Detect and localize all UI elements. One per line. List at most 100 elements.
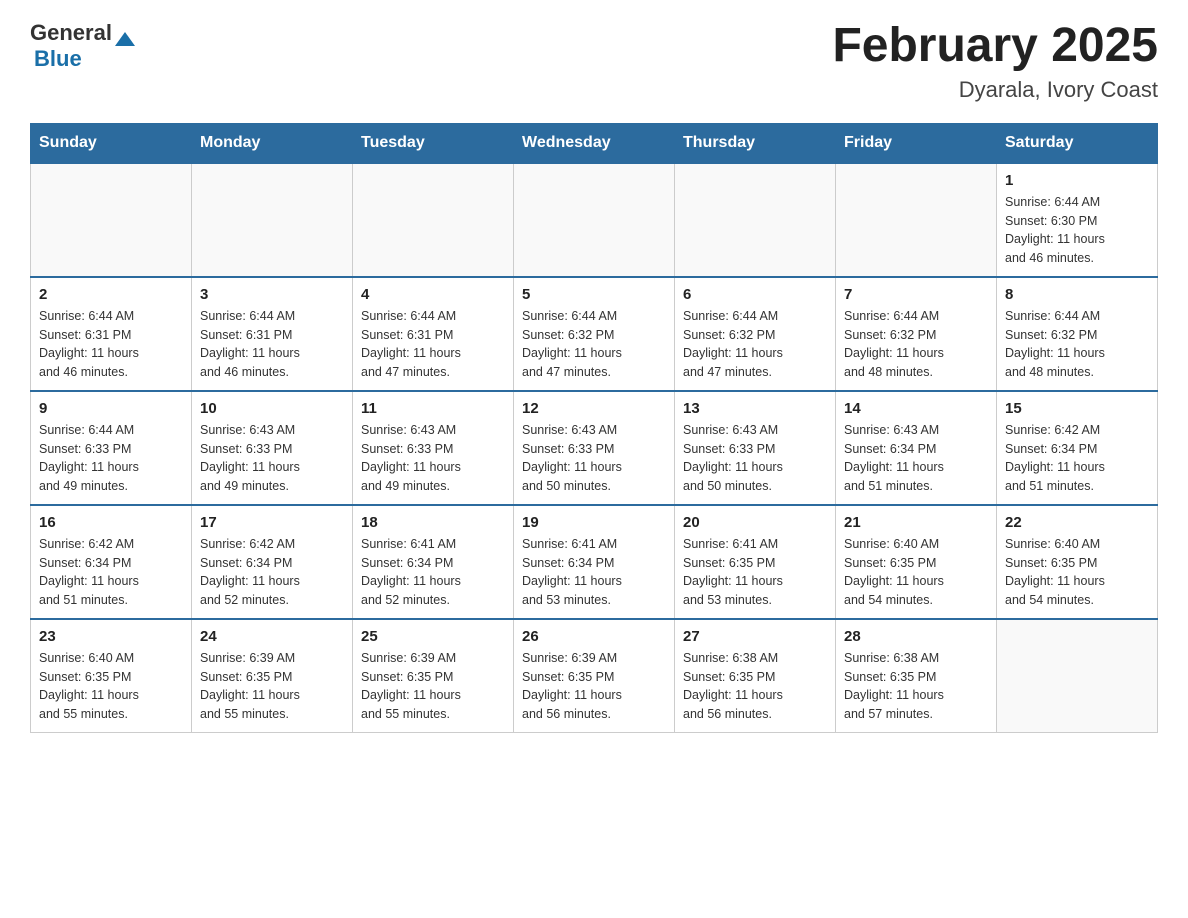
calendar-week-row: 9 Sunrise: 6:44 AMSunset: 6:33 PMDaylight… <box>31 391 1158 505</box>
day-number: 2 <box>39 286 183 303</box>
calendar-day-cell <box>997 619 1158 733</box>
day-info: Sunrise: 6:40 AMSunset: 6:35 PMDaylight:… <box>1005 535 1149 610</box>
day-info: Sunrise: 6:42 AMSunset: 6:34 PMDaylight:… <box>1005 421 1149 496</box>
day-number: 17 <box>200 514 344 531</box>
logo: General Blue <box>30 20 135 72</box>
calendar-table: SundayMondayTuesdayWednesdayThursdayFrid… <box>30 123 1158 733</box>
day-info: Sunrise: 6:44 AMSunset: 6:32 PMDaylight:… <box>522 307 666 382</box>
weekday-header-friday: Friday <box>836 123 997 163</box>
day-info: Sunrise: 6:44 AMSunset: 6:30 PMDaylight:… <box>1005 193 1149 268</box>
calendar-day-cell <box>514 163 675 277</box>
day-info: Sunrise: 6:40 AMSunset: 6:35 PMDaylight:… <box>39 649 183 724</box>
day-number: 1 <box>1005 172 1149 189</box>
calendar-week-row: 1 Sunrise: 6:44 AMSunset: 6:30 PMDaylight… <box>31 163 1158 277</box>
day-number: 5 <box>522 286 666 303</box>
calendar-title: February 2025 <box>832 20 1158 73</box>
day-number: 6 <box>683 286 827 303</box>
day-number: 18 <box>361 514 505 531</box>
calendar-day-cell: 25 Sunrise: 6:39 AMSunset: 6:35 PMDayligh… <box>353 619 514 733</box>
calendar-day-cell: 5 Sunrise: 6:44 AMSunset: 6:32 PMDaylight… <box>514 277 675 391</box>
calendar-day-cell: 10 Sunrise: 6:43 AMSunset: 6:33 PMDayligh… <box>192 391 353 505</box>
calendar-day-cell: 11Sunrise: 6:43 AMSunset: 6:33 PMDayligh… <box>353 391 514 505</box>
calendar-day-cell: 19 Sunrise: 6:41 AMSunset: 6:34 PMDayligh… <box>514 505 675 619</box>
day-info: Sunrise: 6:39 AMSunset: 6:35 PMDaylight:… <box>200 649 344 724</box>
title-area: February 2025 Dyarala, Ivory Coast <box>832 20 1158 103</box>
day-info: Sunrise: 6:42 AMSunset: 6:34 PMDaylight:… <box>200 535 344 610</box>
day-number: 28 <box>844 628 988 645</box>
calendar-day-cell: 9 Sunrise: 6:44 AMSunset: 6:33 PMDaylight… <box>31 391 192 505</box>
day-number: 12 <box>522 400 666 417</box>
weekday-header-monday: Monday <box>192 123 353 163</box>
day-info: Sunrise: 6:43 AMSunset: 6:34 PMDaylight:… <box>844 421 988 496</box>
calendar-day-cell: 12 Sunrise: 6:43 AMSunset: 6:33 PMDayligh… <box>514 391 675 505</box>
day-info: Sunrise: 6:41 AMSunset: 6:34 PMDaylight:… <box>522 535 666 610</box>
day-number: 22 <box>1005 514 1149 531</box>
calendar-day-cell: 26Sunrise: 6:39 AMSunset: 6:35 PMDayligh… <box>514 619 675 733</box>
day-number: 7 <box>844 286 988 303</box>
calendar-day-cell <box>31 163 192 277</box>
day-info: Sunrise: 6:44 AMSunset: 6:32 PMDaylight:… <box>683 307 827 382</box>
day-number: 19 <box>522 514 666 531</box>
calendar-day-cell: 6 Sunrise: 6:44 AMSunset: 6:32 PMDaylight… <box>675 277 836 391</box>
calendar-day-cell: 23 Sunrise: 6:40 AMSunset: 6:35 PMDayligh… <box>31 619 192 733</box>
day-info: Sunrise: 6:38 AMSunset: 6:35 PMDaylight:… <box>683 649 827 724</box>
day-info: Sunrise: 6:38 AMSunset: 6:35 PMDaylight:… <box>844 649 988 724</box>
day-number: 9 <box>39 400 183 417</box>
calendar-day-cell: 20 Sunrise: 6:41 AMSunset: 6:35 PMDayligh… <box>675 505 836 619</box>
day-number: 3 <box>200 286 344 303</box>
calendar-day-cell: 13 Sunrise: 6:43 AMSunset: 6:33 PMDayligh… <box>675 391 836 505</box>
day-number: 8 <box>1005 286 1149 303</box>
calendar-day-cell: 24 Sunrise: 6:39 AMSunset: 6:35 PMDayligh… <box>192 619 353 733</box>
day-number: 11 <box>361 400 505 417</box>
day-info: Sunrise: 6:44 AMSunset: 6:32 PMDaylight:… <box>1005 307 1149 382</box>
logo-general-text: General <box>30 20 112 46</box>
day-info: Sunrise: 6:40 AMSunset: 6:35 PMDaylight:… <box>844 535 988 610</box>
day-number: 26 <box>522 628 666 645</box>
day-number: 13 <box>683 400 827 417</box>
calendar-day-cell: 16 Sunrise: 6:42 AMSunset: 6:34 PMDayligh… <box>31 505 192 619</box>
day-number: 16 <box>39 514 183 531</box>
calendar-day-cell: 22 Sunrise: 6:40 AMSunset: 6:35 PMDayligh… <box>997 505 1158 619</box>
day-number: 20 <box>683 514 827 531</box>
calendar-day-cell: 27 Sunrise: 6:38 AMSunset: 6:35 PMDayligh… <box>675 619 836 733</box>
calendar-week-row: 23 Sunrise: 6:40 AMSunset: 6:35 PMDayligh… <box>31 619 1158 733</box>
weekday-header-tuesday: Tuesday <box>353 123 514 163</box>
calendar-week-row: 16 Sunrise: 6:42 AMSunset: 6:34 PMDayligh… <box>31 505 1158 619</box>
day-info: Sunrise: 6:44 AMSunset: 6:33 PMDaylight:… <box>39 421 183 496</box>
calendar-day-cell <box>192 163 353 277</box>
day-number: 10 <box>200 400 344 417</box>
day-number: 15 <box>1005 400 1149 417</box>
day-info: Sunrise: 6:44 AMSunset: 6:31 PMDaylight:… <box>39 307 183 382</box>
day-info: Sunrise: 6:43 AMSunset: 6:33 PMDaylight:… <box>200 421 344 496</box>
calendar-day-cell: 8 Sunrise: 6:44 AMSunset: 6:32 PMDaylight… <box>997 277 1158 391</box>
logo-blue-text: Blue <box>34 46 82 71</box>
weekday-header-sunday: Sunday <box>31 123 192 163</box>
day-info: Sunrise: 6:41 AMSunset: 6:34 PMDaylight:… <box>361 535 505 610</box>
day-number: 23 <box>39 628 183 645</box>
calendar-day-cell: 14Sunrise: 6:43 AMSunset: 6:34 PMDayligh… <box>836 391 997 505</box>
calendar-day-cell: 21 Sunrise: 6:40 AMSunset: 6:35 PMDayligh… <box>836 505 997 619</box>
calendar-day-cell: 3 Sunrise: 6:44 AMSunset: 6:31 PMDaylight… <box>192 277 353 391</box>
day-info: Sunrise: 6:43 AMSunset: 6:33 PMDaylight:… <box>683 421 827 496</box>
day-info: Sunrise: 6:44 AMSunset: 6:31 PMDaylight:… <box>200 307 344 382</box>
calendar-day-cell: 28 Sunrise: 6:38 AMSunset: 6:35 PMDayligh… <box>836 619 997 733</box>
calendar-subtitle: Dyarala, Ivory Coast <box>832 77 1158 103</box>
day-number: 27 <box>683 628 827 645</box>
day-info: Sunrise: 6:39 AMSunset: 6:35 PMDaylight:… <box>361 649 505 724</box>
calendar-week-row: 2 Sunrise: 6:44 AMSunset: 6:31 PMDaylight… <box>31 277 1158 391</box>
calendar-day-cell: 15 Sunrise: 6:42 AMSunset: 6:34 PMDayligh… <box>997 391 1158 505</box>
weekday-header-row: SundayMondayTuesdayWednesdayThursdayFrid… <box>31 123 1158 163</box>
day-number: 21 <box>844 514 988 531</box>
calendar-day-cell: 17 Sunrise: 6:42 AMSunset: 6:34 PMDayligh… <box>192 505 353 619</box>
calendar-day-cell: 7 Sunrise: 6:44 AMSunset: 6:32 PMDaylight… <box>836 277 997 391</box>
calendar-day-cell: 18 Sunrise: 6:41 AMSunset: 6:34 PMDayligh… <box>353 505 514 619</box>
day-number: 25 <box>361 628 505 645</box>
logo-arrow-icon <box>115 32 135 46</box>
day-info: Sunrise: 6:44 AMSunset: 6:32 PMDaylight:… <box>844 307 988 382</box>
day-number: 24 <box>200 628 344 645</box>
calendar-day-cell: 2 Sunrise: 6:44 AMSunset: 6:31 PMDaylight… <box>31 277 192 391</box>
calendar-day-cell <box>836 163 997 277</box>
day-info: Sunrise: 6:41 AMSunset: 6:35 PMDaylight:… <box>683 535 827 610</box>
day-info: Sunrise: 6:42 AMSunset: 6:34 PMDaylight:… <box>39 535 183 610</box>
day-info: Sunrise: 6:43 AMSunset: 6:33 PMDaylight:… <box>522 421 666 496</box>
